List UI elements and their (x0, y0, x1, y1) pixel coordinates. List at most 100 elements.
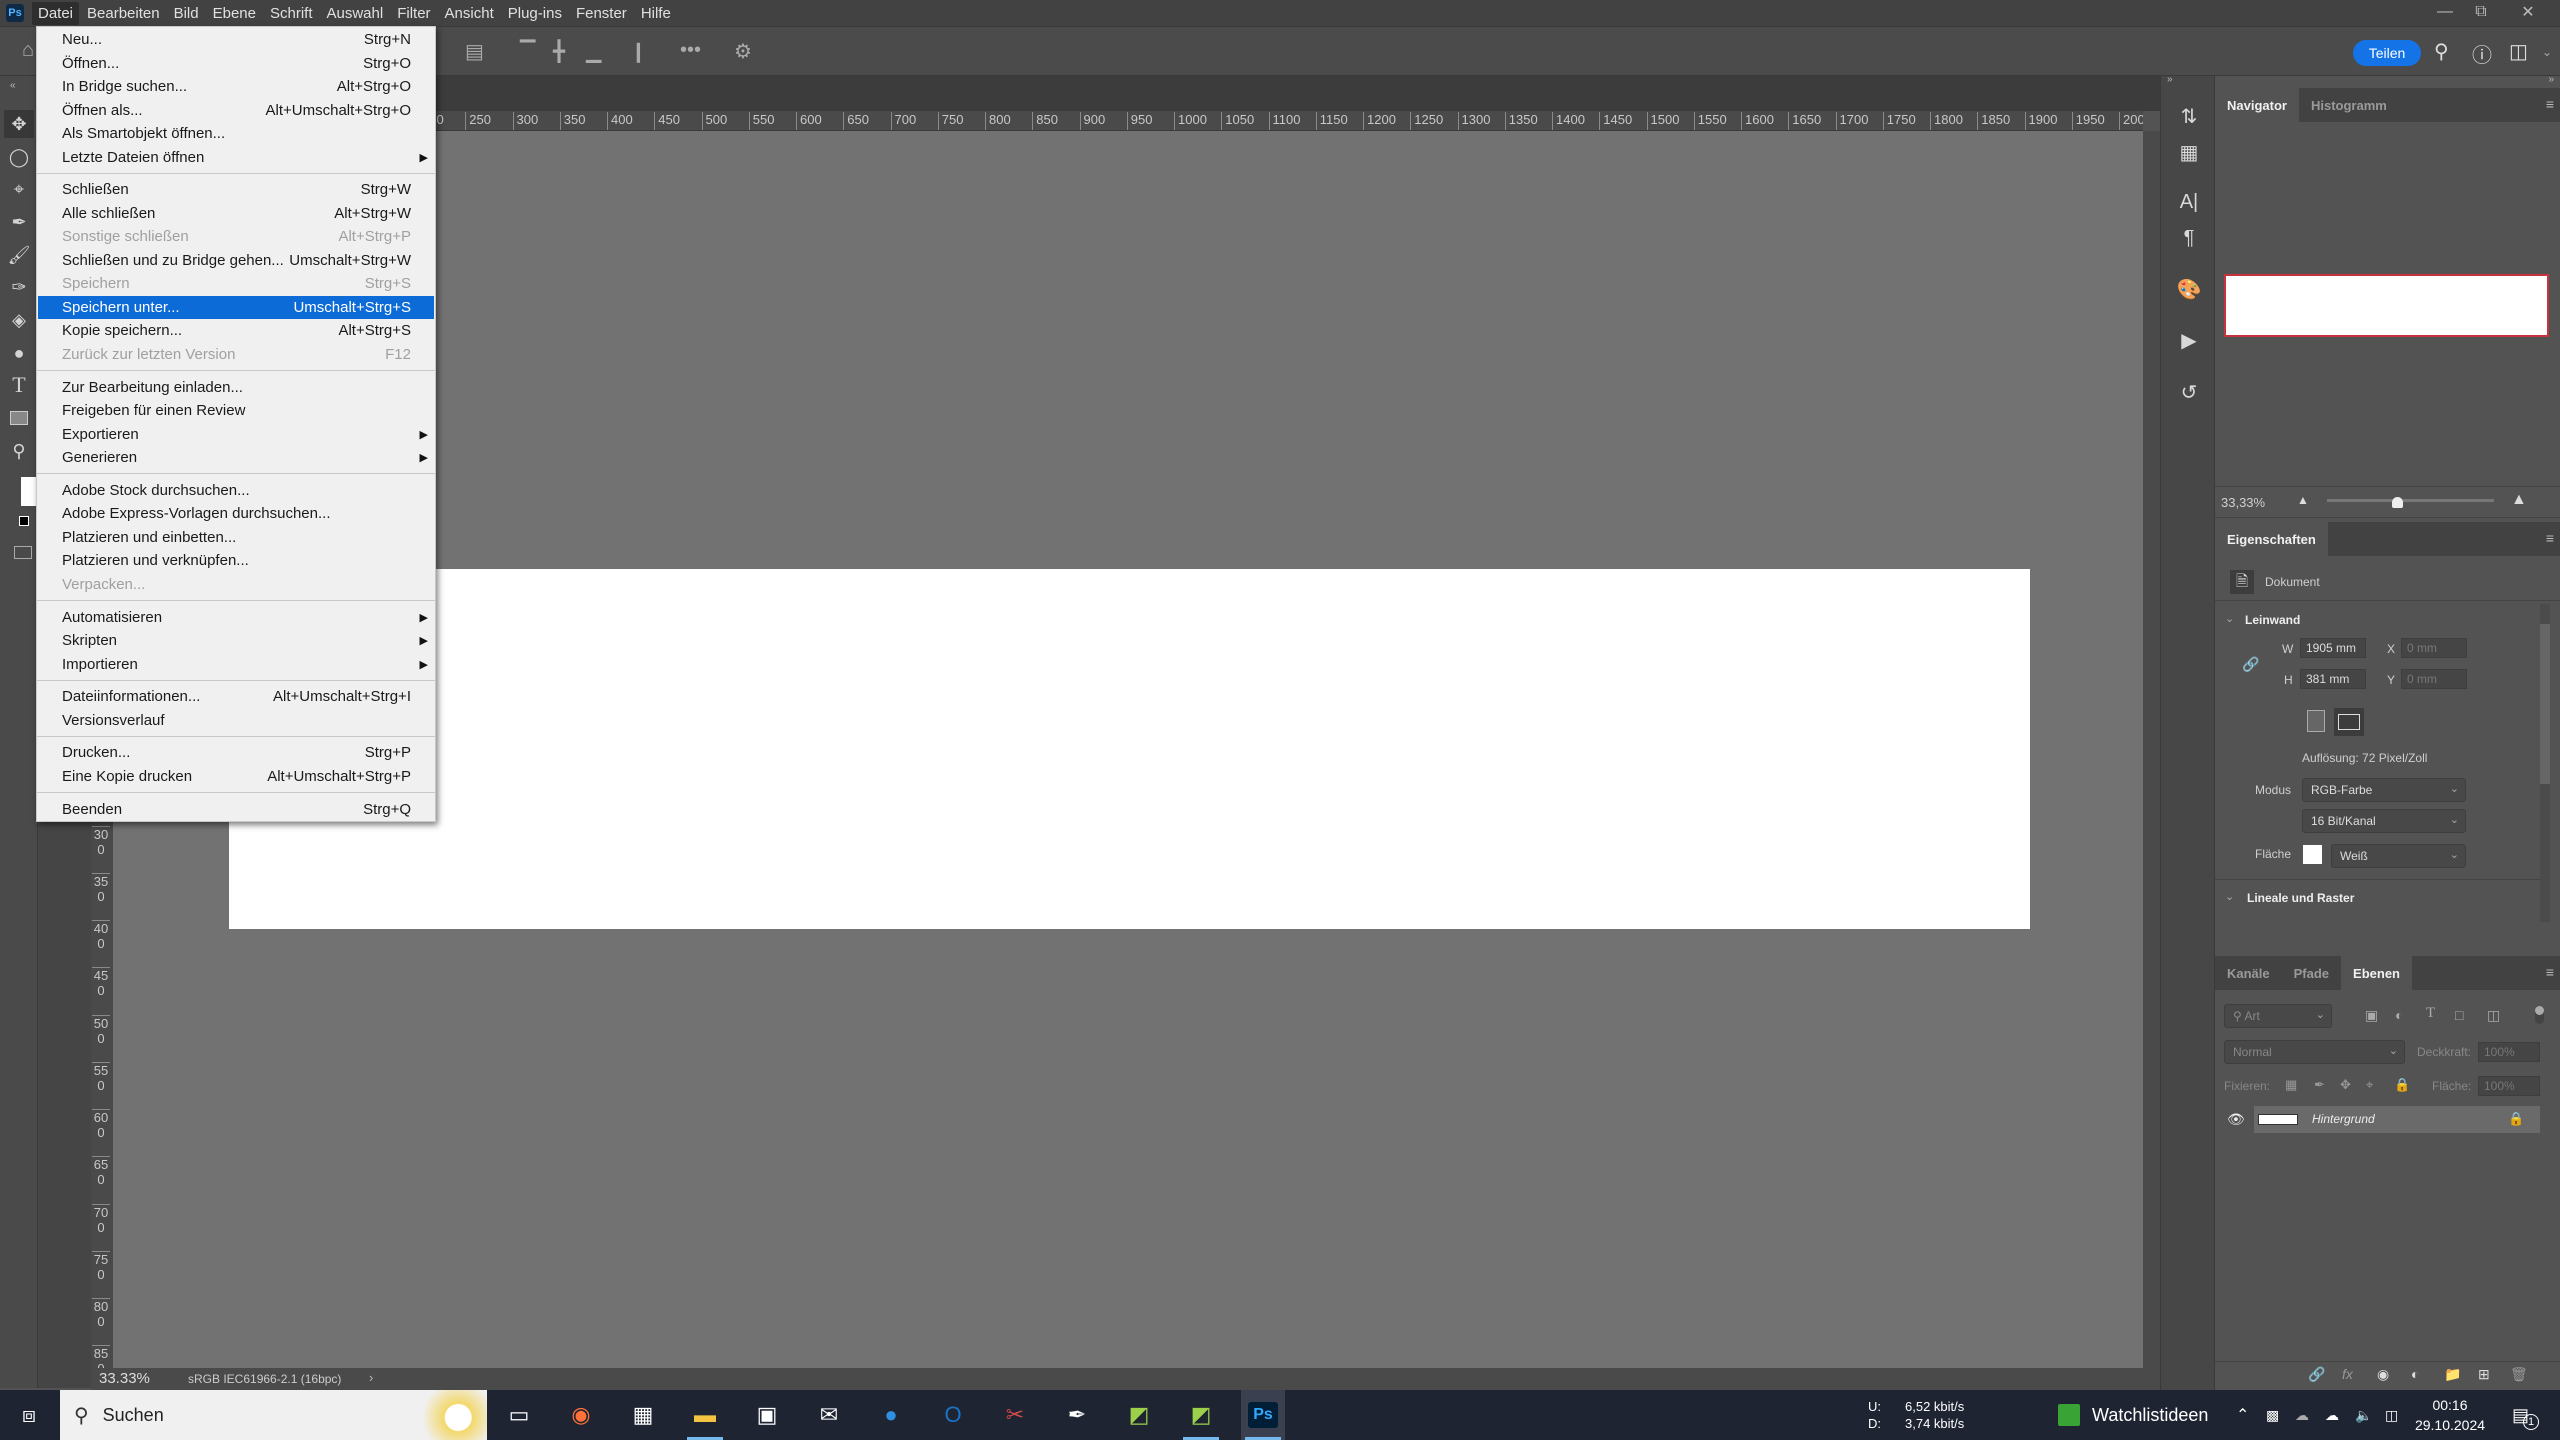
blend-mode-select[interactable]: Normal ⌄ (2224, 1040, 2405, 1064)
network-icon[interactable]: ◫ (2385, 1390, 2398, 1440)
lock-position-icon[interactable]: ✥ (2340, 1077, 2351, 1093)
tab-paths[interactable]: Pfade (2282, 956, 2341, 990)
filter-toggle[interactable] (2535, 1006, 2544, 1024)
layer-name[interactable]: Hintergrund (2312, 1112, 2375, 1126)
home-icon[interactable]: ⌂ (22, 39, 34, 62)
layer-fill-input[interactable]: 100% (2478, 1076, 2540, 1096)
clock[interactable]: 00:16 29.10.2024 (2412, 1390, 2488, 1440)
link-layers-icon[interactable]: 🔗 (2308, 1366, 2325, 1383)
type-tool[interactable]: T (4, 371, 34, 399)
dodge-tool[interactable]: ● (4, 339, 34, 367)
menu-item[interactable]: Skripten ▶ (38, 629, 434, 653)
navigator-zoom-value[interactable]: 33,33% (2221, 495, 2265, 510)
history-icon[interactable]: ↺ (2175, 378, 2203, 406)
play-actions-icon[interactable]: ▶ (2175, 326, 2203, 354)
minimize-button[interactable]: — (2427, 0, 2463, 24)
lock-transparency-icon[interactable]: ▦ (2285, 1077, 2297, 1093)
menu-ansicht[interactable]: Ansicht (439, 2, 500, 25)
taskbar-app-outlook[interactable]: O (931, 1398, 975, 1432)
taskbar-app-stock-app-2[interactable]: ◩ (1179, 1398, 1223, 1440)
y-input[interactable]: 0 mm (2401, 669, 2467, 689)
menu-fenster[interactable]: Fenster (570, 2, 633, 25)
chevron-right-icon[interactable]: › (369, 1370, 373, 1385)
new-layer-icon[interactable]: ⊞ (2478, 1366, 2490, 1383)
zoom-tool[interactable]: ⚲ (4, 437, 34, 465)
eye-icon[interactable]: 👁 (2227, 1111, 2245, 1128)
start-button[interactable]: ⧈ (7, 1398, 51, 1432)
taskbar-app-microsoft-store[interactable]: ▣ (745, 1398, 789, 1432)
gear-icon[interactable]: ⚙ (734, 39, 752, 64)
move-tool[interactable]: ✥ (4, 110, 34, 138)
collapse-icon[interactable]: « (10, 80, 16, 91)
align-center-icon[interactable]: ▤ (465, 39, 484, 64)
chevron-down-icon[interactable]: ⌄ (2225, 890, 2234, 903)
layer-filter-select[interactable]: ⚲ Art ⌄ (2224, 1004, 2332, 1028)
onedrive-icon[interactable]: ☁ (2325, 1390, 2339, 1440)
widget-button[interactable]: Watchlistideen (2058, 1390, 2208, 1440)
panel-menu-icon[interactable]: ≡ (2546, 530, 2554, 546)
filter-shape-icon[interactable]: □ (2455, 1007, 2463, 1023)
history-states-icon[interactable]: ⇅ (2175, 102, 2203, 130)
menu-item[interactable]: Letzte Dateien öffnen ▶ (38, 146, 434, 170)
chevron-down-icon[interactable]: ⌄ (2225, 612, 2234, 625)
paint-bucket-tool[interactable]: ◈ (4, 306, 34, 334)
menu-hilfe[interactable]: Hilfe (635, 2, 677, 25)
help-icon[interactable]: ⓘ (2472, 39, 2492, 68)
menu-item[interactable]: Freigeben für einen Review (38, 399, 434, 423)
lock-artboard-icon[interactable]: ⌖ (2366, 1077, 2373, 1093)
crop-tool[interactable]: ⌖ (4, 175, 34, 203)
quick-mask-icon[interactable] (14, 546, 32, 559)
workspace-icon[interactable]: ◫ (2509, 39, 2528, 64)
align-top-icon[interactable]: ▔ (520, 39, 535, 64)
mode-select[interactable]: RGB-Farbe ⌄ (2302, 778, 2466, 802)
lock-icon[interactable]: 🔒 (2508, 1111, 2524, 1127)
taskbar-app-file-explorer[interactable]: ▬ (683, 1398, 727, 1440)
menu-item[interactable]: Dateiinformationen... Alt+Umschalt+Strg+I (38, 685, 434, 709)
taskbar-app-firefox[interactable]: ◉ (559, 1398, 603, 1432)
taskbar-app-mail[interactable]: ✉ (807, 1398, 851, 1432)
menu-item[interactable]: Öffnen... Strg+O (38, 52, 434, 76)
menu-item[interactable]: Adobe Stock durchsuchen... (38, 479, 434, 503)
zoom-slider[interactable] (2327, 499, 2494, 502)
document-canvas[interactable] (229, 569, 2030, 929)
paragraph-icon[interactable]: ¶ (2175, 224, 2203, 252)
default-colors-icon[interactable] (19, 516, 29, 526)
zoom-level[interactable]: 33.33% (99, 1370, 150, 1387)
menu-item[interactable]: Kopie speichern... Alt+Strg+S (38, 319, 434, 343)
menu-item[interactable]: Exportieren ▶ (38, 422, 434, 446)
taskbar-app-snipping-tool[interactable]: ✂ (993, 1398, 1037, 1432)
menu-item[interactable]: Zur Bearbeitung einladen... (38, 375, 434, 399)
x-input[interactable]: 0 mm (2401, 638, 2467, 658)
scrollbar-thumb[interactable] (2540, 624, 2550, 784)
menu-item[interactable]: Importieren ▶ (38, 652, 434, 676)
filter-pixel-icon[interactable]: ▣ (2365, 1007, 2378, 1024)
tab-histogram[interactable]: Histogramm (2299, 88, 2399, 122)
chevron-up-icon[interactable]: ⌃ (2236, 1390, 2249, 1440)
taskbar-app-thunderbird[interactable]: ● (869, 1398, 913, 1432)
menu-item[interactable]: Drucken... Strg+P (38, 741, 434, 765)
menu-item[interactable]: Schließen und zu Bridge gehen... Umschalt… (38, 249, 434, 273)
menu-plug-ins[interactable]: Plug-ins (502, 2, 568, 25)
menu-schrift[interactable]: Schrift (264, 2, 319, 25)
healing-brush-tool[interactable]: ✑ (4, 273, 34, 301)
link-dimensions-icon[interactable]: 🔗 (2242, 656, 2259, 673)
menu-ebene[interactable]: Ebene (207, 2, 262, 25)
tab-channels[interactable]: Kanäle (2215, 956, 2282, 990)
adjustment-layer-icon[interactable]: ◐ (2411, 1366, 2419, 1382)
cloud-offline-icon[interactable]: ☁ (2295, 1390, 2309, 1440)
menu-item[interactable]: Versionsverlauf (38, 708, 434, 732)
rectangle-tool[interactable] (4, 404, 34, 432)
menu-item[interactable]: Generieren ▶ (38, 446, 434, 470)
volume-icon[interactable]: 🔈 (2355, 1390, 2372, 1440)
taskbar-app-photoshop[interactable]: Ps (1241, 1390, 1285, 1440)
width-input[interactable]: 1905 mm (2300, 638, 2366, 658)
tab-navigator[interactable]: Navigator (2215, 88, 2299, 122)
eyedropper-tool[interactable]: ✒ (4, 208, 34, 236)
height-input[interactable]: 381 mm (2300, 669, 2366, 689)
share-button[interactable]: Teilen (2353, 40, 2421, 66)
close-button[interactable]: ✕ (2510, 0, 2546, 24)
menu-item[interactable]: Adobe Express-Vorlagen durchsuchen... (38, 502, 434, 526)
zoom-in-icon[interactable]: ▲ (2511, 491, 2527, 509)
layer-row[interactable]: 👁 Hintergrund 🔒 (2215, 1106, 2545, 1133)
chevron-down-icon[interactable]: ⌄ (2542, 45, 2552, 59)
